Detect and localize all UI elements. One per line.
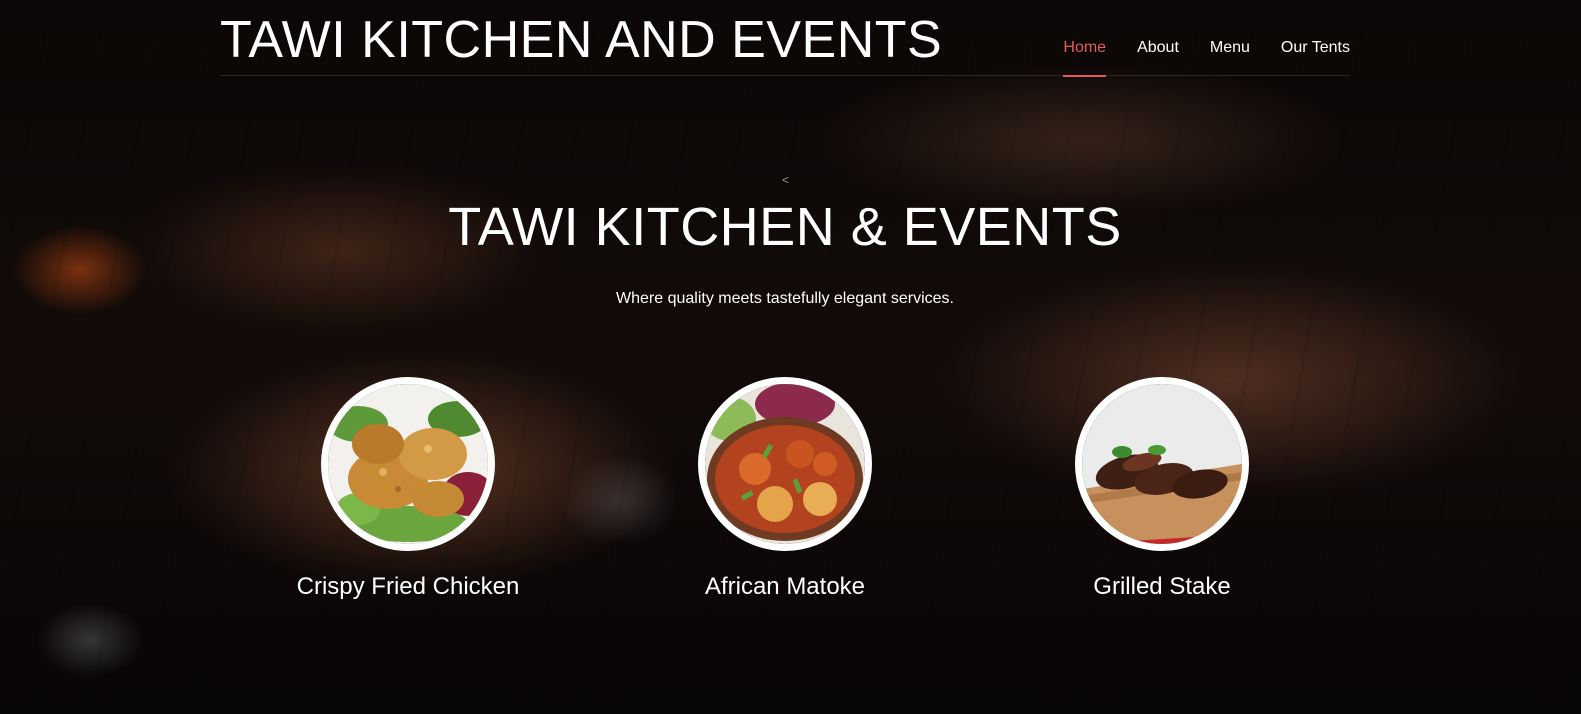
nav-item-menu[interactable]: Menu bbox=[1210, 0, 1250, 76]
dish-card-grilled-stake[interactable]: Grilled Stake bbox=[1032, 377, 1292, 600]
dish-card-african-matoke[interactable]: African Matoke bbox=[655, 377, 915, 600]
dish-card-fried-chicken[interactable]: Crispy Fried Chicken bbox=[278, 377, 538, 600]
main-nav: Home About Menu Our Tents bbox=[1063, 0, 1350, 77]
nav-item-our-tents[interactable]: Our Tents bbox=[1281, 0, 1350, 76]
dish-name: African Matoke bbox=[704, 573, 866, 600]
carousel-prev-arrow-icon[interactable]: < bbox=[782, 173, 789, 187]
dish-name: Grilled Stake bbox=[1093, 573, 1231, 600]
matoke-image bbox=[698, 377, 872, 551]
hero-subtitle: Where quality meets tastefully elegant s… bbox=[616, 290, 954, 307]
dish-name: Crispy Fried Chicken bbox=[296, 573, 520, 600]
fried-chicken-image bbox=[321, 377, 495, 551]
nav-item-home[interactable]: Home bbox=[1063, 0, 1106, 77]
grilled-steak-image bbox=[1075, 377, 1249, 551]
hero-title: TAWI KITCHEN & EVENTS bbox=[448, 197, 1122, 257]
nav-item-about[interactable]: About bbox=[1137, 0, 1179, 76]
site-header: TAWI KITCHEN AND EVENTS Home About Menu … bbox=[220, 0, 1350, 77]
site-brand[interactable]: TAWI KITCHEN AND EVENTS bbox=[220, 10, 942, 70]
